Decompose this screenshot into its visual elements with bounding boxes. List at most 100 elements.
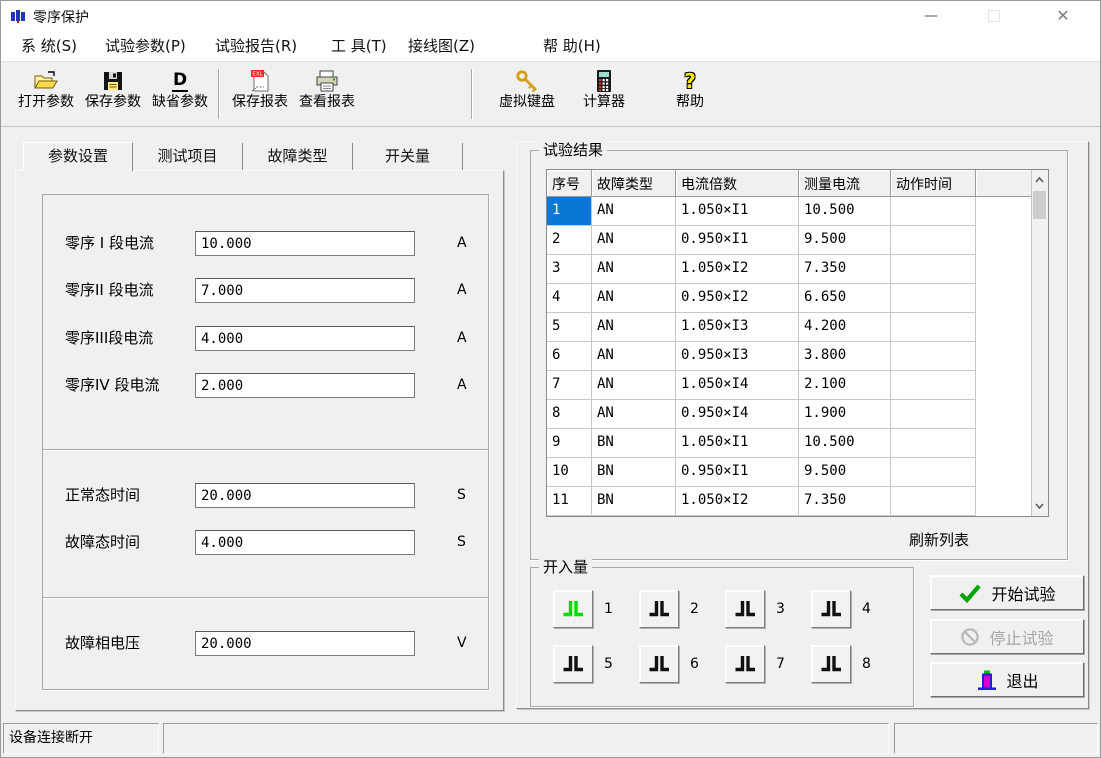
default-params-button[interactable]: D 缺省参数 [147, 67, 213, 123]
tab-switches[interactable]: 开关量 [353, 143, 463, 170]
cell-seq[interactable]: 8 [547, 400, 592, 429]
stop-test-button[interactable]: 停止试验 [930, 619, 1084, 654]
cell-seq[interactable]: 3 [547, 255, 592, 284]
cell-current-multiple[interactable]: 1.050×I1 [676, 197, 799, 226]
fault-phase-voltage-input[interactable] [195, 631, 415, 656]
scroll-down-button[interactable] [1032, 497, 1047, 515]
cell-current-multiple[interactable]: 1.050×I4 [676, 371, 799, 400]
cell-measured-current[interactable]: 7.350 [799, 487, 891, 516]
cell-measured-current[interactable]: 10.500 [799, 197, 891, 226]
table-row[interactable]: 1 AN 1.050×I1 10.500 [547, 197, 1031, 226]
cell-current-multiple[interactable]: 1.050×I1 [676, 429, 799, 458]
table-row[interactable]: 11 BN 1.050×I2 7.350 [547, 487, 1031, 516]
cell-action-time[interactable] [891, 429, 976, 458]
cell-fault-type[interactable]: AN [592, 371, 676, 400]
exit-button[interactable]: 退出 [930, 662, 1084, 697]
close-button[interactable]: ✕ [1038, 1, 1088, 31]
cell-measured-current[interactable]: 9.500 [799, 226, 891, 255]
table-row[interactable]: 4 AN 0.950×I2 6.650 [547, 284, 1031, 313]
scroll-thumb[interactable] [1033, 191, 1046, 219]
table-row[interactable]: 6 AN 0.950×I3 3.800 [547, 342, 1031, 371]
table-row[interactable]: 2 AN 0.950×I1 9.500 [547, 226, 1031, 255]
zero-seq-i3-current-input[interactable] [195, 326, 415, 351]
minimize-button[interactable]: — [906, 1, 956, 31]
cell-fault-type[interactable]: AN [592, 197, 676, 226]
fault-state-time-input[interactable] [195, 530, 415, 555]
din-switch-button[interactable] [811, 645, 851, 683]
cell-fault-type[interactable]: BN [592, 429, 676, 458]
table-row[interactable]: 8 AN 0.950×I4 1.900 [547, 400, 1031, 429]
tab-fault-types[interactable]: 故障类型 [243, 143, 353, 170]
start-test-button[interactable]: 开始试验 [930, 575, 1084, 610]
cell-action-time[interactable] [891, 400, 976, 429]
table-row[interactable]: 3 AN 1.050×I2 7.350 [547, 255, 1031, 284]
cell-action-time[interactable] [891, 255, 976, 284]
cell-fault-type[interactable]: BN [592, 458, 676, 487]
cell-action-time[interactable] [891, 197, 976, 226]
zero-seq-i2-current-input[interactable] [195, 278, 415, 303]
open-params-button[interactable]: 打开参数 [13, 67, 79, 123]
cell-fault-type[interactable]: AN [592, 313, 676, 342]
maximize-button[interactable] [969, 1, 1019, 31]
cell-measured-current[interactable]: 10.500 [799, 429, 891, 458]
cell-action-time[interactable] [891, 342, 976, 371]
cell-current-multiple[interactable]: 0.950×I1 [676, 458, 799, 487]
menu-test-params[interactable]: 试验参数(P) [105, 31, 186, 61]
cell-seq[interactable]: 10 [547, 458, 592, 487]
table-row[interactable]: 9 BN 1.050×I1 10.500 [547, 429, 1031, 458]
normal-state-time-input[interactable] [195, 483, 415, 508]
refresh-list-button[interactable]: 刷新列表 [909, 529, 969, 550]
cell-seq[interactable]: 9 [547, 429, 592, 458]
din-switch-button[interactable] [639, 645, 679, 683]
menu-help[interactable]: 帮 助(H) [543, 31, 601, 61]
table-row[interactable]: 10 BN 0.950×I1 9.500 [547, 458, 1031, 487]
menu-wiring-diagram[interactable]: 接线图(Z) [408, 31, 475, 61]
cell-measured-current[interactable]: 2.100 [799, 371, 891, 400]
zero-seq-i1-current-input[interactable] [195, 231, 415, 256]
cell-fault-type[interactable]: AN [592, 284, 676, 313]
cell-current-multiple[interactable]: 0.950×I3 [676, 342, 799, 371]
din-switch-button[interactable] [811, 590, 851, 628]
cell-current-multiple[interactable]: 0.950×I2 [676, 284, 799, 313]
cell-action-time[interactable] [891, 371, 976, 400]
table-header-cell[interactable]: 动作时间 [891, 170, 976, 197]
scroll-up-button[interactable] [1032, 171, 1047, 189]
zero-seq-i4-current-input[interactable] [195, 373, 415, 398]
cell-action-time[interactable] [891, 458, 976, 487]
cell-measured-current[interactable]: 1.900 [799, 400, 891, 429]
menu-tools[interactable]: 工 具(T) [331, 31, 387, 61]
cell-seq[interactable]: 4 [547, 284, 592, 313]
view-report-button[interactable]: 查看报表 [294, 67, 360, 123]
cell-fault-type[interactable]: AN [592, 342, 676, 371]
cell-current-multiple[interactable]: 1.050×I2 [676, 487, 799, 516]
table-row[interactable]: 5 AN 1.050×I3 4.200 [547, 313, 1031, 342]
cell-measured-current[interactable]: 3.800 [799, 342, 891, 371]
cell-measured-current[interactable]: 9.500 [799, 458, 891, 487]
cell-action-time[interactable] [891, 284, 976, 313]
cell-seq[interactable]: 7 [547, 371, 592, 400]
cell-seq[interactable]: 5 [547, 313, 592, 342]
cell-seq[interactable]: 11 [547, 487, 592, 516]
cell-action-time[interactable] [891, 226, 976, 255]
cell-measured-current[interactable]: 6.650 [799, 284, 891, 313]
help-button[interactable]: ? 帮助 [657, 67, 723, 123]
table-row[interactable]: 7 AN 1.050×I4 2.100 [547, 371, 1031, 400]
cell-current-multiple[interactable]: 1.050×I3 [676, 313, 799, 342]
din-switch-button[interactable] [553, 645, 593, 683]
cell-measured-current[interactable]: 4.200 [799, 313, 891, 342]
tab-test-items[interactable]: 测试项目 [133, 143, 243, 170]
din-switch-button[interactable] [725, 645, 765, 683]
cell-fault-type[interactable]: AN [592, 255, 676, 284]
menu-test-report[interactable]: 试验报告(R) [215, 31, 297, 61]
din-switch-button[interactable] [553, 590, 593, 628]
save-params-button[interactable]: 保存参数 [80, 67, 146, 123]
cell-current-multiple[interactable]: 0.950×I1 [676, 226, 799, 255]
tab-param-settings[interactable]: 参数设置 [23, 142, 133, 171]
table-header-cell[interactable]: 序号 [547, 170, 592, 197]
cell-action-time[interactable] [891, 313, 976, 342]
table-header-cell[interactable]: 电流倍数 [676, 170, 799, 197]
cell-current-multiple[interactable]: 1.050×I2 [676, 255, 799, 284]
table-header-cell[interactable]: 故障类型 [592, 170, 676, 197]
cell-seq[interactable]: 1 [547, 197, 592, 226]
menu-system[interactable]: 系 统(S) [21, 31, 77, 61]
